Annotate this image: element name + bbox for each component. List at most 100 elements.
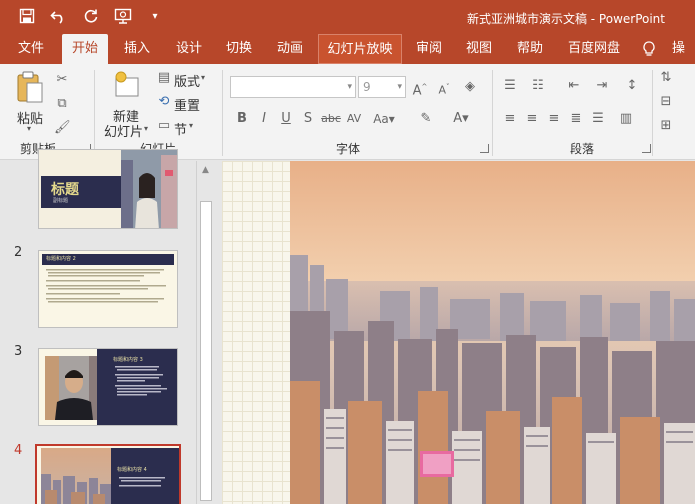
chevron-down-icon: ▾ <box>189 121 194 130</box>
reset-button[interactable]: 重置 <box>174 95 200 114</box>
tab-baidu-netdisk[interactable]: 百度网盘 <box>562 34 626 64</box>
group-label-font: 字体 <box>336 142 361 156</box>
scroll-up-icon[interactable]: ▲ <box>199 165 212 178</box>
slide-body-text <box>46 269 166 303</box>
clear-formatting-icon[interactable]: ◈ <box>462 79 478 95</box>
format-painter-icon[interactable]: 🖌 <box>54 120 71 136</box>
tab-file[interactable]: 文件 <box>10 34 52 64</box>
slide-title: 标题 <box>51 182 79 198</box>
paste-button[interactable]: 粘贴 ▾ <box>12 70 48 134</box>
tab-animations[interactable]: 动画 <box>268 34 312 64</box>
slide-header: 标题和内容 2 <box>42 254 174 265</box>
increase-indent-icon[interactable]: ⇥ <box>594 78 610 94</box>
slide-number-4: 4 <box>14 443 23 458</box>
text-direction-icon[interactable]: ⇅ <box>658 70 674 86</box>
align-right-icon[interactable]: ≡ <box>546 111 562 127</box>
slide-heading: 标题和内容 3 <box>113 357 143 363</box>
new-slide-icon <box>115 71 139 97</box>
reset-icon[interactable]: ⟲ <box>156 94 172 110</box>
present-icon[interactable] <box>114 8 132 26</box>
title-block: 标题 副标题 <box>41 176 121 208</box>
city-skyline-photo <box>41 448 111 504</box>
italic-icon[interactable]: I <box>256 111 272 127</box>
layout-icon[interactable]: ▤ <box>156 70 172 86</box>
font-name-dropdown[interactable]: ▾ <box>230 76 356 98</box>
new-slide-label-line2: 幻灯片 <box>104 125 144 140</box>
chevron-down-icon: ▾ <box>347 82 352 92</box>
tab-view[interactable]: 视图 <box>458 34 500 64</box>
justify-icon[interactable]: ≣ <box>568 111 584 127</box>
increase-font-icon[interactable]: A^ <box>412 79 428 98</box>
chevron-down-icon: ▾ <box>201 73 206 82</box>
scrollbar-thumb[interactable] <box>200 201 212 501</box>
main-area: 标题 副标题 2 标题和内容 2 3 标题和内容 3 4 标题和内容 4 ▲ <box>0 149 695 504</box>
paragraph-launcher-icon[interactable] <box>642 144 651 153</box>
bold-icon[interactable]: B <box>234 111 250 127</box>
slide-number-3: 3 <box>14 344 23 359</box>
font-launcher-icon[interactable] <box>480 144 489 153</box>
new-slide-button[interactable]: 新建 幻灯片 ▾ <box>104 70 150 140</box>
chevron-down-icon: ▾ <box>397 82 402 92</box>
strikethrough-icon[interactable]: abc <box>320 111 342 127</box>
align-left-icon[interactable]: ≡ <box>502 111 518 127</box>
layout-button[interactable]: 版式 <box>174 71 200 90</box>
slide-thumbnail-2[interactable]: 标题和内容 2 <box>38 250 178 328</box>
columns-icon[interactable]: ▥ <box>618 111 634 127</box>
highlight-icon[interactable]: ✎ <box>418 111 434 127</box>
group-divider <box>492 70 493 156</box>
decrease-font-icon[interactable]: A˅ <box>436 79 452 97</box>
city-skyline-image <box>290 161 695 504</box>
tab-tell-me[interactable]: 操作 <box>660 34 695 86</box>
numbering-icon[interactable]: ☷ <box>530 78 546 94</box>
redo-icon[interactable] <box>82 8 100 26</box>
slide-subtitle: 副标题 <box>53 198 69 204</box>
section-icon[interactable]: ▭ <box>156 118 172 134</box>
font-color-icon[interactable]: A▾ <box>450 111 472 127</box>
slide-thumbnail-3[interactable]: 标题和内容 3 <box>38 348 178 426</box>
slide-body-text <box>119 477 165 487</box>
tab-slideshow[interactable]: 幻灯片放映 <box>318 34 402 64</box>
change-case-icon[interactable]: Aa▾ <box>372 111 396 127</box>
slide-thumbnail-1[interactable]: 标题 副标题 <box>38 149 178 229</box>
lightbulb-icon[interactable] <box>640 34 658 64</box>
slide-heading: 标题和内容 2 <box>46 256 76 262</box>
copy-icon[interactable]: ⧉ <box>54 96 70 112</box>
tab-design[interactable]: 设计 <box>168 34 210 64</box>
save-icon[interactable] <box>18 8 36 26</box>
tab-transitions[interactable]: 切换 <box>218 34 260 64</box>
tab-help[interactable]: 帮助 <box>508 34 552 64</box>
man-portrait-photo <box>45 356 103 420</box>
thumbnail-scrollbar[interactable]: ▲ <box>196 161 214 504</box>
quick-access-toolbar: ▾ <box>18 8 164 26</box>
smartart-icon[interactable]: ⊞ <box>658 118 674 134</box>
tab-home[interactable]: 开始 <box>62 34 108 64</box>
line-spacing-icon[interactable]: ↕ <box>624 78 640 94</box>
align-text-icon[interactable]: ⊟ <box>658 94 674 110</box>
group-label-paragraph: 段落 <box>570 142 595 156</box>
customize-qat-icon[interactable]: ▾ <box>146 8 164 26</box>
underline-icon[interactable]: U <box>278 111 294 127</box>
group-divider <box>222 70 223 156</box>
group-divider <box>652 70 653 156</box>
bullets-icon[interactable]: ☰ <box>502 78 518 94</box>
character-spacing-icon[interactable]: AV <box>344 111 364 127</box>
shadow-icon[interactable]: S <box>300 111 316 127</box>
slide-thumbnail-4[interactable]: 标题和内容 4 <box>35 444 181 504</box>
title-bar: ▾ 新式亚洲城市演示文稿 - PowerPoint <box>0 0 695 34</box>
ribbon-home: 粘贴 ▾ ✂ ⧉ 🖌 剪贴板 新建 幻灯片 ▾ ▤ 版式 ▾ ⟲ 重置 ▭ 节 … <box>0 64 695 160</box>
tab-review[interactable]: 审阅 <box>408 34 450 64</box>
font-size-value: 9 <box>363 80 371 94</box>
cut-icon[interactable]: ✂ <box>54 72 70 88</box>
chevron-down-icon: ▾ <box>27 124 32 133</box>
slide-heading: 标题和内容 4 <box>117 467 147 473</box>
font-size-dropdown[interactable]: 9 ▾ <box>358 76 406 98</box>
slide-editor[interactable] <box>222 161 695 504</box>
decrease-indent-icon[interactable]: ⇤ <box>566 78 582 94</box>
section-button[interactable]: 节 <box>174 119 187 138</box>
slide-city-photo[interactable] <box>290 161 695 504</box>
ribbon-tabs: 文件 开始 插入 设计 切换 动画 幻灯片放映 审阅 视图 帮助 百度网盘 操作 <box>0 34 695 86</box>
align-center-icon[interactable]: ≡ <box>524 111 540 127</box>
undo-icon[interactable] <box>50 8 68 26</box>
distributed-icon[interactable]: ☰ <box>590 111 606 127</box>
tab-insert[interactable]: 插入 <box>116 34 158 64</box>
